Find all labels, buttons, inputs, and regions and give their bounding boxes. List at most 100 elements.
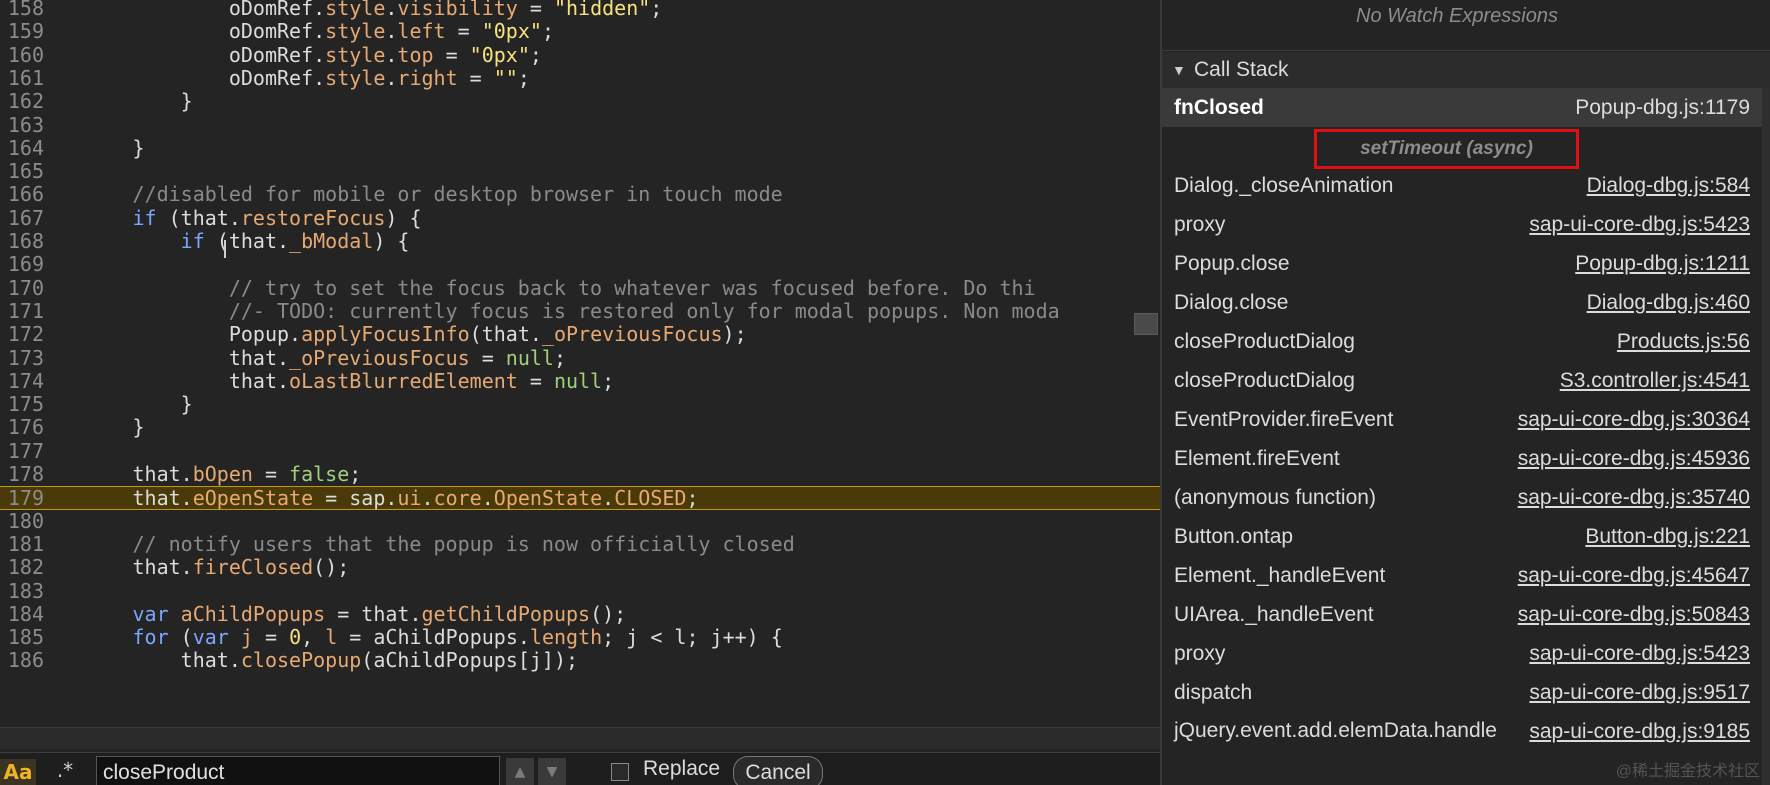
call-frame[interactable]: dispatch sap-ui-core-dbg.js:9517 bbox=[1162, 673, 1762, 712]
code-line[interactable]: 183 bbox=[0, 580, 1160, 603]
code-line[interactable]: 159 oDomRef.style.left = "0px"; bbox=[0, 20, 1160, 43]
frame-source-link[interactable]: Button-dbg.js:221 bbox=[1585, 525, 1750, 549]
call-frame[interactable]: Button.ontap Button-dbg.js:221 bbox=[1162, 517, 1762, 556]
code-editor[interactable]: 158 oDomRef.style.visibility = "hidden";… bbox=[0, 0, 1160, 752]
call-frame[interactable]: closeProductDialog S3.controller.js:4541 bbox=[1162, 361, 1762, 400]
call-frame[interactable]: Popup.close Popup-dbg.js:1211 bbox=[1162, 244, 1762, 283]
frame-source-link[interactable]: sap-ui-core-dbg.js:5423 bbox=[1529, 642, 1750, 666]
watermark: @稀土掘金技术社区 bbox=[1615, 763, 1760, 780]
chevron-down-icon: ▼ bbox=[546, 764, 558, 780]
call-frame[interactable]: Element._handleEvent sap-ui-core-dbg.js:4… bbox=[1162, 556, 1762, 595]
cancel-button[interactable]: Cancel bbox=[733, 756, 823, 785]
frame-source-link[interactable]: Products.js:56 bbox=[1617, 330, 1750, 354]
line-number[interactable]: 180 bbox=[0, 510, 44, 533]
code-token: = bbox=[252, 625, 290, 650]
code-token: closePopup bbox=[240, 648, 362, 673]
frame-source-link[interactable]: sap-ui-core-dbg.js:9185 bbox=[1529, 720, 1750, 744]
code-line[interactable]: 160 oDomRef.style.top = "0px"; bbox=[0, 43, 1160, 67]
call-stack-header[interactable]: ▼ Call Stack bbox=[1162, 52, 1770, 88]
call-frame[interactable]: Element.fireEvent sap-ui-core-dbg.js:4593… bbox=[1162, 439, 1762, 478]
call-frame[interactable]: EventProvider.fireEvent sap-ui-core-dbg.j… bbox=[1162, 400, 1762, 439]
code-line[interactable]: 186 that.closePopup(aChildPopups[j]); bbox=[0, 649, 1160, 672]
code-token: = that. bbox=[325, 601, 422, 626]
match-case-toggle[interactable]: Aa bbox=[0, 759, 36, 785]
call-stack-scrollbar[interactable] bbox=[1762, 88, 1770, 785]
code-line[interactable]: 176 } bbox=[0, 416, 1160, 439]
code-line[interactable]: 164 } bbox=[0, 136, 1160, 160]
editor-horizontal-scrollbar[interactable] bbox=[0, 727, 1160, 749]
code-line[interactable]: 166 //disabled for mobile or desktop bro… bbox=[0, 183, 1160, 206]
code-token: (that. bbox=[156, 205, 241, 230]
frame-source-link[interactable]: Dialog-dbg.js:460 bbox=[1587, 291, 1750, 315]
code-token: = bbox=[517, 0, 554, 20]
code-line[interactable]: 174 that.oLastBlurredElement = null; bbox=[0, 369, 1160, 393]
code-line[interactable]: 161 oDomRef.style.right = ""; bbox=[0, 66, 1160, 90]
call-frame[interactable]: closeProductDialog Products.js:56 bbox=[1162, 322, 1762, 361]
call-frame[interactable]: proxy sap-ui-core-dbg.js:5423 bbox=[1162, 634, 1762, 673]
code-token: . bbox=[385, 19, 398, 44]
call-frame[interactable]: (anonymous function) sap-ui-core-dbg.js:3… bbox=[1162, 478, 1762, 517]
code-line[interactable]: 168 if (that._bModal) { bbox=[0, 229, 1160, 253]
frame-source-link[interactable]: Popup-dbg.js:1179 bbox=[1575, 96, 1750, 120]
frame-function-name: Dialog.close bbox=[1174, 291, 1289, 314]
frame-source-link[interactable]: sap-ui-core-dbg.js:45936 bbox=[1518, 447, 1750, 471]
code-line[interactable]: 184 var aChildPopups = that.getChildPopu… bbox=[0, 601, 1160, 626]
frame-source-link[interactable]: Popup-dbg.js:1211 bbox=[1575, 252, 1750, 276]
frame-source-link[interactable]: S3.controller.js:4541 bbox=[1560, 369, 1750, 393]
line-number[interactable]: 183 bbox=[0, 580, 44, 603]
code-line[interactable]: 162 } bbox=[0, 90, 1160, 113]
code-line-current[interactable]: 179 that.eOpenState = sap.ui.core.OpenSt… bbox=[0, 486, 1160, 511]
code-line[interactable]: 170 // try to set the focus back to what… bbox=[0, 275, 1160, 300]
line-number[interactable]: 169 bbox=[0, 253, 44, 276]
code-line[interactable]: 171 //- TODO: currently focus is restore… bbox=[0, 299, 1160, 323]
frame-source-link[interactable]: sap-ui-core-dbg.js:5423 bbox=[1529, 213, 1750, 237]
code-line[interactable]: 172 Popup.applyFocusInfo(that._oPrevious… bbox=[0, 323, 1160, 346]
code-token: CLOSED bbox=[614, 486, 687, 511]
replace-checkbox[interactable] bbox=[611, 763, 629, 781]
call-frame[interactable]: proxy sap-ui-core-dbg.js:5423 bbox=[1162, 205, 1762, 244]
code-line[interactable]: 167 if (that.restoreFocus) { bbox=[0, 205, 1160, 230]
find-next-button[interactable]: ▼ bbox=[538, 758, 566, 785]
find-input[interactable] bbox=[96, 756, 500, 785]
code-line[interactable]: 185 for (var j = 0, l = aChildPopups.len… bbox=[0, 625, 1160, 650]
code-token: = bbox=[469, 345, 506, 370]
code-text: that.eOpenState = sap.ui.core.OpenState.… bbox=[0, 486, 698, 511]
code-text: that.fireClosed(); bbox=[0, 556, 349, 579]
code-line[interactable]: 169 bbox=[0, 253, 1160, 276]
code-token: // try to set the focus back to whatever… bbox=[0, 275, 1036, 300]
frame-source-link[interactable]: sap-ui-core-dbg.js:50843 bbox=[1518, 603, 1750, 627]
code-line[interactable]: 158 oDomRef.style.visibility = "hidden"; bbox=[0, 0, 1160, 20]
code-token: (that. bbox=[469, 322, 542, 347]
code-line[interactable]: 163 bbox=[0, 114, 1160, 137]
frame-function-name: fnClosed bbox=[1174, 96, 1264, 119]
code-line[interactable]: 181 // notify users that the popup is no… bbox=[0, 531, 1160, 556]
frame-source-link[interactable]: sap-ui-core-dbg.js:45647 bbox=[1518, 564, 1750, 588]
code-line[interactable]: 173 that._oPreviousFocus = null; bbox=[0, 345, 1160, 370]
horizontal-scroll-thumb[interactable] bbox=[1134, 313, 1158, 335]
code-line[interactable]: 182 that.fireClosed(); bbox=[0, 556, 1160, 579]
code-token: // notify users that the popup is now of… bbox=[0, 531, 795, 556]
line-number[interactable]: 165 bbox=[0, 160, 44, 183]
code-token: ); bbox=[722, 322, 747, 347]
call-frame[interactable]: Dialog.close Dialog-dbg.js:460 bbox=[1162, 283, 1762, 322]
frame-source-link[interactable]: sap-ui-core-dbg.js:35740 bbox=[1518, 486, 1750, 510]
frame-source-link[interactable]: Dialog-dbg.js:584 bbox=[1587, 174, 1750, 198]
call-frame[interactable]: UIArea._handleEvent sap-ui-core-dbg.js:50… bbox=[1162, 595, 1762, 634]
line-number[interactable]: 177 bbox=[0, 440, 44, 463]
code-line[interactable]: 180 bbox=[0, 510, 1160, 533]
code-line[interactable]: 177 bbox=[0, 440, 1160, 463]
frame-source-link[interactable]: sap-ui-core-dbg.js:30364 bbox=[1518, 408, 1750, 432]
call-frame-selected[interactable]: fnClosed Popup-dbg.js:1179 bbox=[1162, 88, 1762, 127]
find-previous-button[interactable]: ▲ bbox=[506, 758, 534, 785]
code-line[interactable]: 178 that.bOpen = false; bbox=[0, 462, 1160, 486]
frame-function-name: (anonymous function) bbox=[1174, 486, 1376, 509]
code-token: oDomRef. bbox=[0, 0, 326, 20]
frame-source-link[interactable]: sap-ui-core-dbg.js:9517 bbox=[1529, 681, 1750, 705]
call-frame[interactable]: Dialog._closeAnimation Dialog-dbg.js:584 bbox=[1162, 166, 1762, 205]
regex-toggle[interactable]: .* bbox=[50, 757, 80, 783]
line-number[interactable]: 163 bbox=[0, 114, 44, 137]
triangle-down-icon[interactable]: ▼ bbox=[1172, 62, 1186, 78]
code-line[interactable]: 175 } bbox=[0, 392, 1160, 416]
code-line[interactable]: 165 bbox=[0, 160, 1160, 183]
